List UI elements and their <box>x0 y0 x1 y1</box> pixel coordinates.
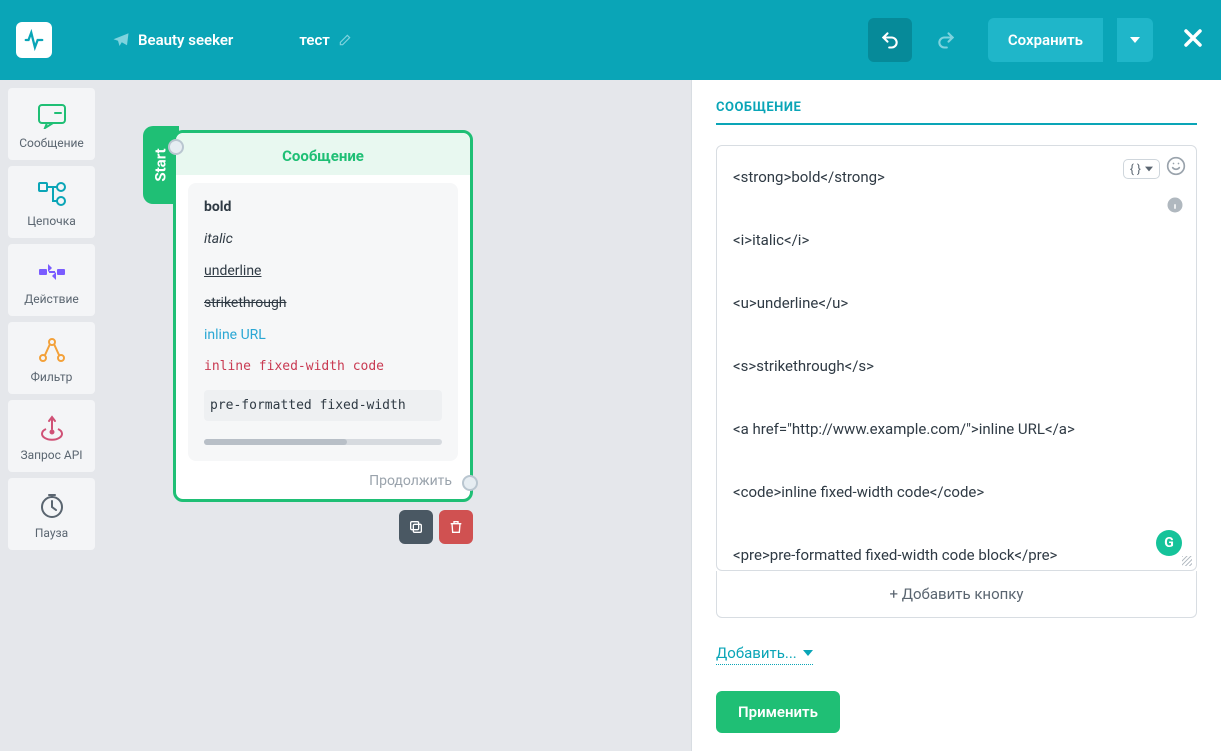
grammarly-label: G <box>1164 535 1174 551</box>
preview-pre: pre-formatted fixed-width <box>204 390 442 421</box>
preview-link: inline URL <box>204 327 442 343</box>
sidebar-item-label: Сообщение <box>19 136 84 150</box>
breadcrumb-bot[interactable]: Beauty seeker <box>104 31 253 49</box>
breadcrumb-flow-label: тест <box>299 31 329 49</box>
preview-code: inline fixed-width code <box>204 359 442 374</box>
node-continue-label: Продолжить <box>176 465 470 489</box>
message-node[interactable]: Start Сообщение bold italic underline st… <box>173 130 473 502</box>
sidebar-item-api[interactable]: Запрос API <box>8 400 95 472</box>
sidebar-item-label: Запрос API <box>20 448 82 462</box>
sidebar-item-message[interactable]: Сообщение <box>8 88 95 160</box>
add-button-label: + Добавить кнопку <box>889 585 1023 603</box>
add-element-dropdown[interactable]: Добавить... <box>716 644 813 665</box>
caret-down-icon <box>803 650 813 656</box>
pulse-icon <box>23 29 45 51</box>
add-element-label: Добавить... <box>716 644 797 662</box>
chain-icon <box>37 181 67 207</box>
grammarly-badge[interactable]: G <box>1156 530 1182 556</box>
sidebar-item-label: Пауза <box>35 526 68 540</box>
redo-button[interactable] <box>924 18 968 62</box>
node-input-port[interactable] <box>168 139 184 155</box>
caret-down-icon <box>1145 166 1153 172</box>
action-icon <box>37 261 67 283</box>
apply-button[interactable]: Применить <box>716 691 840 733</box>
node-body: Сообщение bold italic underline striketh… <box>173 130 473 502</box>
sidebar-item-label: Фильтр <box>31 370 73 384</box>
node-output-port[interactable] <box>462 475 478 491</box>
telegram-icon <box>112 31 130 49</box>
properties-panel: СООБЩЕНИЕ { } G + Добавить кнопку Добави… <box>691 80 1221 751</box>
breadcrumb-flow[interactable]: тест <box>291 31 371 49</box>
node-copy-button[interactable] <box>399 510 433 544</box>
editor-toolbar: { } <box>1123 156 1186 181</box>
message-editor[interactable] <box>717 146 1196 566</box>
edit-icon <box>338 33 352 47</box>
tool-sidebar: Сообщение Цепочка Действие Фильтр Запрос… <box>0 80 103 751</box>
close-icon <box>1181 26 1205 50</box>
preview-underline: underline <box>204 263 442 279</box>
save-button[interactable]: Сохранить <box>988 18 1103 62</box>
breadcrumb-bot-label: Beauty seeker <box>138 31 233 49</box>
caret-down-icon <box>1130 35 1140 45</box>
panel-title: СООБЩЕНИЕ <box>716 100 1197 125</box>
close-button[interactable] <box>1181 26 1205 54</box>
info-icon <box>1166 196 1184 214</box>
node-delete-button[interactable] <box>439 510 473 544</box>
trash-icon <box>448 519 464 535</box>
filter-icon <box>38 337 66 363</box>
redo-icon <box>936 30 956 50</box>
app-logo[interactable] <box>16 22 52 58</box>
resize-handle[interactable] <box>1182 556 1192 566</box>
undo-icon <box>880 30 900 50</box>
api-icon <box>38 415 66 441</box>
add-button-row[interactable]: + Добавить кнопку <box>716 571 1197 618</box>
emoji-button[interactable] <box>1166 156 1186 181</box>
sidebar-item-action[interactable]: Действие <box>8 244 95 316</box>
app-header: Beauty seeker тест Сохранить <box>0 0 1221 80</box>
save-button-label: Сохранить <box>1008 31 1083 49</box>
sidebar-item-label: Действие <box>24 292 79 306</box>
flow-canvas[interactable]: Start Сообщение bold italic underline st… <box>103 80 691 751</box>
emoji-icon <box>1166 156 1186 176</box>
preview-bold: bold <box>204 199 442 215</box>
variables-button[interactable]: { } <box>1123 159 1160 179</box>
message-editor-wrap: { } G <box>716 145 1197 571</box>
undo-button[interactable] <box>868 18 912 62</box>
copy-icon <box>408 519 424 535</box>
apply-button-label: Применить <box>738 703 818 721</box>
message-icon <box>37 103 67 129</box>
preview-italic: italic <box>204 231 442 247</box>
info-button[interactable] <box>1166 196 1184 218</box>
node-actions <box>399 510 473 544</box>
preview-strike: strikethrough <box>204 295 442 311</box>
pause-icon <box>39 493 65 519</box>
sidebar-item-chain[interactable]: Цепочка <box>8 166 95 238</box>
sidebar-item-pause[interactable]: Пауза <box>8 478 95 550</box>
sidebar-item-filter[interactable]: Фильтр <box>8 322 95 394</box>
node-title: Сообщение <box>176 133 470 175</box>
sidebar-item-label: Цепочка <box>27 214 75 228</box>
start-badge-label: Start <box>152 148 170 181</box>
preview-scrollbar[interactable] <box>204 439 442 445</box>
save-dropdown[interactable] <box>1117 18 1153 62</box>
variables-button-label: { } <box>1130 162 1141 176</box>
message-preview: bold italic underline strikethrough inli… <box>188 183 458 461</box>
